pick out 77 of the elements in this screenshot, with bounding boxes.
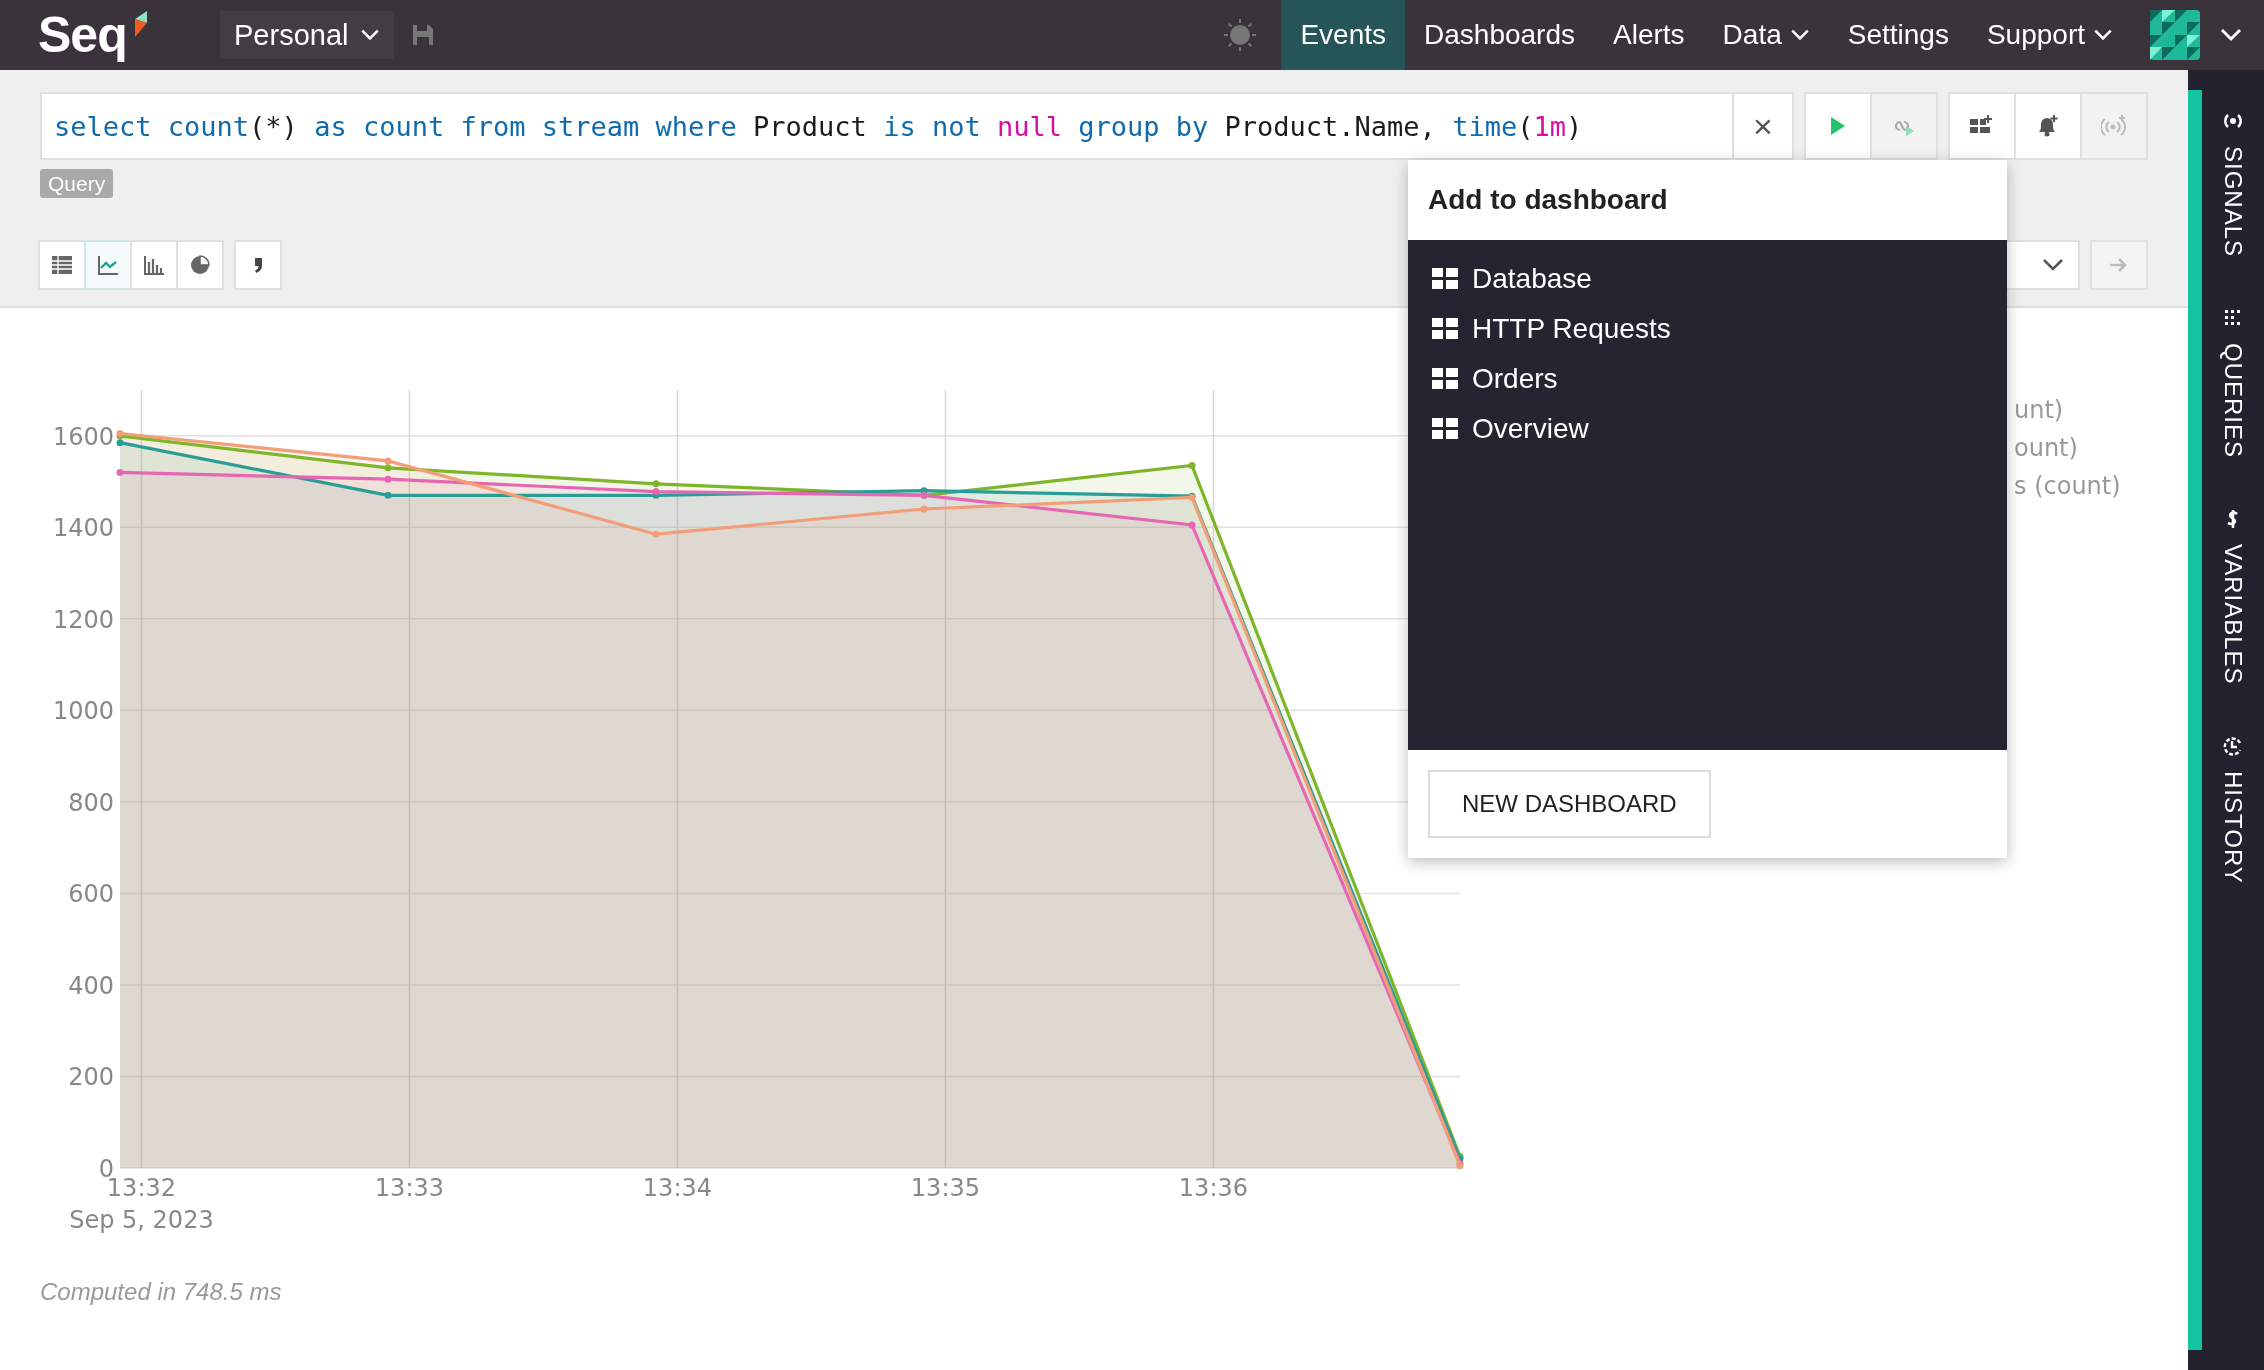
point bbox=[384, 491, 392, 499]
x-tick-label: 13:34 bbox=[642, 1174, 713, 1202]
sidebar-tab[interactable]: QUERIES bbox=[2219, 307, 2247, 459]
logo-mark-icon bbox=[132, 11, 149, 37]
nav-tab[interactable]: Alerts bbox=[1594, 0, 1704, 70]
point bbox=[384, 457, 392, 465]
caret-icon[interactable] bbox=[1789, 29, 1810, 41]
point bbox=[920, 505, 928, 513]
y-tick-label: 1400 bbox=[52, 514, 114, 543]
add-to-dashboard-button[interactable] bbox=[1948, 92, 2016, 160]
sidebar-tab[interactable]: SIGNALS bbox=[2219, 110, 2247, 258]
point bbox=[384, 475, 392, 483]
dashboard-item[interactable]: Database bbox=[1472, 263, 1592, 295]
dashboard-icon bbox=[1432, 418, 1458, 440]
nav-tab[interactable]: Data bbox=[1703, 0, 1829, 70]
workspace-dropdown[interactable]: Personal bbox=[220, 11, 395, 59]
point bbox=[652, 480, 660, 488]
line-chart-icon bbox=[96, 253, 120, 277]
y-tick-label: 400 bbox=[68, 971, 114, 1000]
x-tick-label: 13:35 bbox=[910, 1174, 981, 1202]
query-input[interactable]: select count(*) as count from stream where Product is not null group by Product.Name, time(1m) bbox=[40, 92, 1734, 160]
nav-tab[interactable]: Events bbox=[1281, 0, 1406, 70]
point bbox=[1188, 521, 1196, 529]
y-tick-label: 1200 bbox=[52, 605, 114, 634]
dashboard-icon bbox=[1432, 318, 1458, 340]
y-tick-label: 1000 bbox=[52, 697, 114, 726]
arrow-right-icon bbox=[2109, 257, 2129, 273]
pie-chart-icon bbox=[188, 253, 212, 277]
bar-chart-icon bbox=[142, 253, 166, 277]
x-tick-label: 13:36 bbox=[1178, 1174, 1249, 1202]
avatar-icon[interactable] bbox=[2150, 10, 2200, 60]
comma-icon bbox=[254, 257, 262, 273]
caret-icon[interactable] bbox=[2093, 29, 2113, 41]
legend-label: ount) bbox=[2014, 433, 2079, 464]
clear-button[interactable]: × bbox=[1734, 92, 1794, 160]
comma-view-button[interactable] bbox=[234, 240, 282, 290]
caret-icon[interactable] bbox=[2220, 28, 2242, 42]
date-label: Sep 5, 2023 bbox=[69, 1206, 214, 1234]
sidebar-tab[interactable]: VARIABLES bbox=[2219, 508, 2247, 685]
history-icon[interactable] bbox=[2222, 734, 2244, 757]
save-icon[interactable] bbox=[412, 24, 435, 46]
nav-tab[interactable]: Settings bbox=[1828, 0, 1968, 70]
new-dashboard-button[interactable]: NEW DASHBOARD bbox=[1428, 770, 1711, 838]
legend-label: unt) bbox=[2014, 395, 2065, 426]
dashboard-item[interactable]: Overview bbox=[1472, 413, 1589, 445]
point bbox=[652, 530, 660, 538]
add-alert-button[interactable] bbox=[2014, 92, 2082, 160]
point bbox=[116, 439, 124, 447]
y-tick-label: 200 bbox=[68, 1063, 114, 1092]
caret-icon[interactable] bbox=[360, 29, 381, 41]
computed-time: Computed in 748.5 ms bbox=[40, 1278, 283, 1306]
y-tick-label: 1600 bbox=[52, 422, 114, 451]
bar-chart-view-button[interactable] bbox=[130, 240, 178, 290]
popup-title: Add to dashboard bbox=[1427, 183, 1669, 217]
logo[interactable]: Seq bbox=[38, 7, 127, 63]
dashboard-item[interactable]: Orders bbox=[1472, 363, 1558, 395]
dashboard-item[interactable]: HTTP Requests bbox=[1472, 313, 1671, 345]
x-tick-label: 13:33 bbox=[374, 1174, 445, 1202]
y-tick-label: 800 bbox=[68, 788, 114, 817]
table-view-view-button[interactable] bbox=[38, 240, 86, 290]
point bbox=[1188, 462, 1196, 470]
table-view-icon bbox=[50, 253, 74, 277]
line-chart-view-button[interactable] bbox=[84, 240, 132, 290]
legend-label: s (count) bbox=[2014, 471, 2121, 502]
point bbox=[384, 464, 392, 472]
dashboard-icon bbox=[1432, 268, 1458, 290]
dashboard-icon bbox=[1432, 368, 1458, 390]
theme-icon[interactable] bbox=[1223, 18, 1258, 52]
nav-tab[interactable]: Support bbox=[1967, 0, 2132, 70]
nav-tab[interactable]: Dashboards bbox=[1405, 0, 1594, 70]
add-signal-icon bbox=[2101, 114, 2127, 138]
pie-chart-view-button[interactable] bbox=[176, 240, 224, 290]
y-tick-label: 600 bbox=[68, 880, 114, 909]
caret-icon bbox=[2042, 258, 2064, 272]
sidebar-tab[interactable]: HISTORY bbox=[2219, 734, 2247, 884]
query-label: Query bbox=[40, 169, 114, 198]
point bbox=[116, 468, 124, 476]
